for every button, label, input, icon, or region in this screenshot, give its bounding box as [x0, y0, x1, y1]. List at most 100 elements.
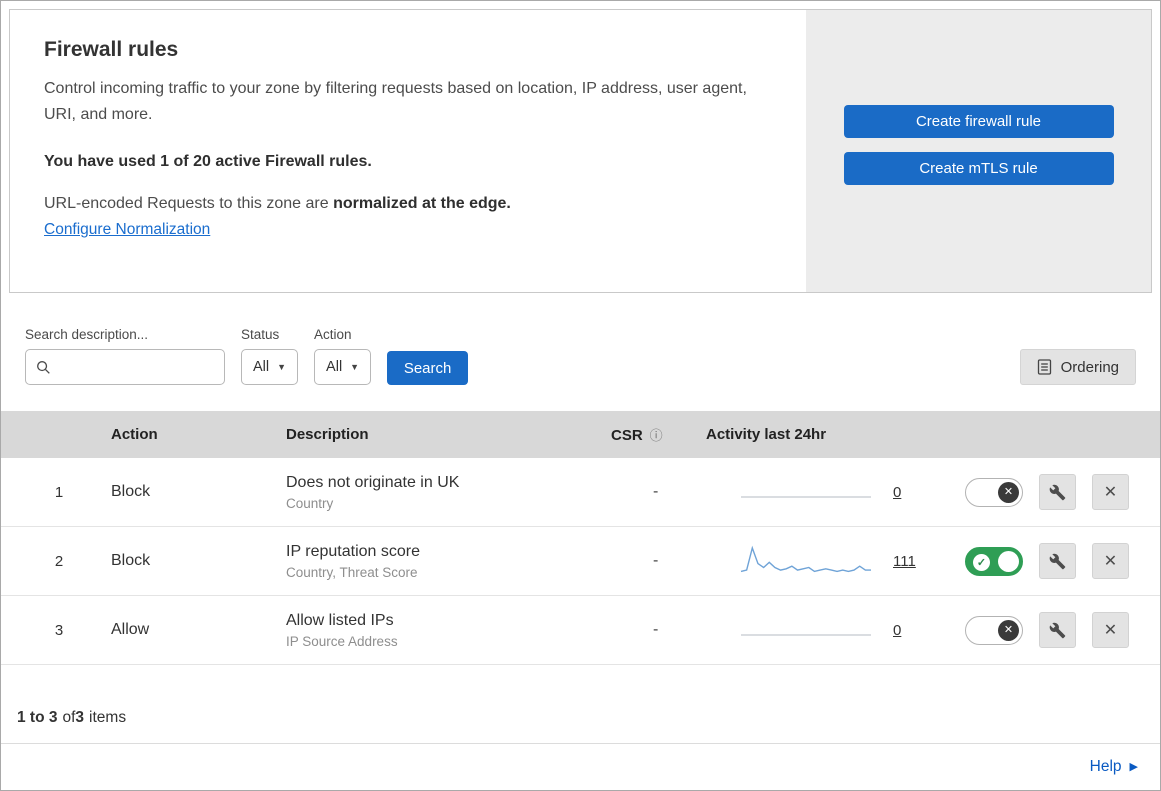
x-icon: ✕: [1003, 623, 1014, 636]
header-description: Description: [286, 426, 369, 443]
rule-controls: ✓ ✕ ✕: [925, 474, 1160, 510]
table-header-row: Action Description CSR ⓘ Activity last 24…: [1, 411, 1160, 458]
activity-count-link[interactable]: 111: [893, 553, 916, 570]
activity-count-link[interactable]: 0: [893, 484, 901, 501]
close-icon: ✕: [1103, 622, 1118, 639]
search-button[interactable]: Search: [387, 351, 469, 385]
x-icon: ✕: [1003, 485, 1014, 498]
close-icon: ✕: [1103, 484, 1118, 501]
create-mtls-rule-button[interactable]: Create mTLS rule: [843, 152, 1114, 185]
footer-of: of: [62, 709, 76, 726]
header-activity: Activity last 24hr: [706, 426, 827, 443]
wrench-icon: [1049, 553, 1066, 569]
rule-priority: 1: [54, 483, 64, 501]
status-dropdown[interactable]: All ▼: [241, 349, 299, 385]
rule-description-cell: Allow listed IPs IP Source Address: [266, 612, 591, 649]
table-row: 3 Allow Allow listed IPs IP Source Addre…: [1, 596, 1160, 665]
ordering-button[interactable]: Ordering: [1019, 349, 1136, 385]
delete-rule-button[interactable]: ✕: [1092, 612, 1129, 648]
action-label: Action: [314, 327, 352, 342]
info-icon[interactable]: ⓘ: [650, 428, 663, 443]
rule-fields: Country: [286, 495, 334, 511]
page-title: Firewall rules: [44, 38, 179, 61]
rule-enabled-toggle[interactable]: ✓ ✕: [965, 546, 1023, 576]
rule-enabled-toggle[interactable]: ✓ ✕: [965, 477, 1023, 507]
footer-items: items: [89, 709, 127, 726]
rule-csr-value: -: [653, 552, 659, 569]
normalization-text: URL-encoded Requests to this zone are: [44, 195, 334, 213]
firewall-rules-page: Firewall rules Control incoming traffic …: [0, 0, 1161, 791]
help-link[interactable]: Help ▶: [1090, 758, 1138, 776]
rule-description-cell: IP reputation score Country, Threat Scor…: [266, 543, 591, 580]
table-footer: 1 to 3 of 3 items: [1, 665, 1160, 743]
search-input-wrapper: [25, 349, 225, 385]
table-body: 1 Block Does not originate in UK Country…: [1, 458, 1160, 665]
activity-sparkline: [741, 634, 871, 636]
search-field: Search description...: [25, 327, 225, 385]
rule-activity-cell: 0: [686, 475, 925, 509]
edit-rule-button[interactable]: [1039, 612, 1076, 648]
rule-action: Allow: [111, 621, 150, 638]
rule-priority: 2: [54, 552, 64, 570]
search-label: Search description...: [25, 327, 149, 342]
close-icon: ✕: [1103, 553, 1118, 570]
header-action: Action: [111, 426, 158, 443]
activity-sparkline: [741, 496, 871, 498]
configure-normalization-link[interactable]: Configure Normalization: [44, 221, 210, 239]
search-icon: [37, 360, 50, 374]
page-description: Control incoming traffic to your zone by…: [44, 80, 747, 123]
summary-text-block: Firewall rules Control incoming traffic …: [10, 10, 806, 292]
rule-controls: ✓ ✕ ✕: [925, 612, 1160, 648]
chevron-down-icon: ▼: [350, 362, 360, 372]
action-field: Action All ▼: [314, 327, 372, 385]
rule-priority: 3: [54, 621, 64, 639]
rule-description: Does not originate in UK: [286, 473, 460, 491]
rule-enabled-toggle[interactable]: ✓ ✕: [965, 615, 1023, 645]
rule-activity-cell: 111: [686, 544, 925, 578]
edit-rule-button[interactable]: [1039, 543, 1076, 579]
firewall-summary-card: Firewall rules Control incoming traffic …: [9, 9, 1152, 293]
search-input[interactable]: [58, 359, 214, 375]
create-firewall-rule-button[interactable]: Create firewall rule: [843, 105, 1114, 138]
ordering-button-label: Ordering: [1060, 358, 1119, 376]
rule-description: IP reputation score: [286, 542, 421, 560]
help-bar: Help ▶: [1, 743, 1160, 790]
chevron-right-icon: ▶: [1129, 760, 1138, 773]
toggle-knob: ✕: [998, 481, 1019, 503]
rule-fields: IP Source Address: [286, 633, 398, 649]
activity-sparkline: [740, 545, 871, 573]
status-label: Status: [241, 327, 280, 342]
edit-rule-button[interactable]: [1039, 474, 1076, 510]
help-link-label: Help: [1089, 758, 1122, 775]
delete-rule-button[interactable]: ✕: [1092, 543, 1129, 579]
footer-range: 1 to 3: [17, 709, 58, 726]
check-icon: ✓: [973, 553, 990, 571]
action-dropdown-value: All: [326, 359, 343, 375]
rule-controls: ✓ ✕ ✕: [925, 543, 1160, 579]
wrench-icon: [1049, 622, 1066, 638]
rule-fields: Country, Threat Score: [286, 564, 418, 580]
rule-description-cell: Does not originate in UK Country: [266, 474, 591, 511]
header-csr: CSR ⓘ: [591, 425, 686, 444]
toggle-knob: ✕: [998, 619, 1019, 641]
rule-action: Block: [111, 483, 151, 500]
usage-summary: You have used 1 of 20 active Firewall ru…: [44, 153, 372, 171]
rule-activity-cell: 0: [686, 613, 925, 647]
normalization-note: URL-encoded Requests to this zone are no…: [44, 195, 766, 213]
filter-controls: Search description... Status All ▼ Actio…: [25, 327, 469, 385]
table-row: 2 Block IP reputation score Country, Thr…: [1, 527, 1160, 596]
toggle-knob: ✕: [998, 550, 1019, 572]
ordering-icon: [1037, 359, 1051, 375]
footer-total: 3: [75, 709, 85, 726]
rule-csr-value: -: [653, 483, 659, 500]
delete-rule-button[interactable]: ✕: [1092, 474, 1129, 510]
activity-count-link[interactable]: 0: [893, 622, 901, 639]
create-actions-panel: Create firewall rule Create mTLS rule: [806, 10, 1151, 292]
rule-csr-value: -: [653, 621, 659, 638]
rule-action: Block: [111, 552, 151, 569]
status-dropdown-value: All: [253, 359, 270, 375]
wrench-icon: [1049, 484, 1066, 500]
header-csr-label: CSR: [611, 427, 643, 444]
action-dropdown[interactable]: All ▼: [314, 349, 372, 385]
status-field: Status All ▼: [241, 327, 299, 385]
